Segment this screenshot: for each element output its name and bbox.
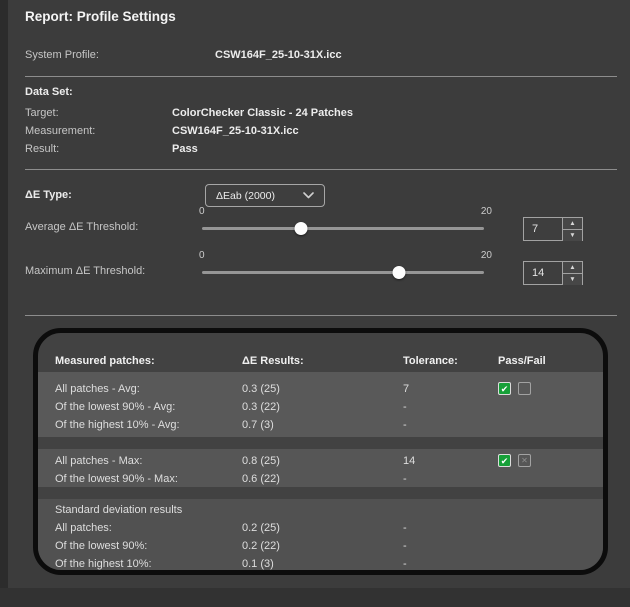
divider — [25, 76, 617, 77]
std-deviation-group: Standard deviation results All patches: … — [38, 499, 603, 570]
de-type-dropdown[interactable]: ΔEab (2000) — [205, 184, 325, 207]
system-profile-label: System Profile: — [25, 49, 99, 61]
table-row: All patches - Avg: 0.3 (25) 7 ✔ — [38, 380, 603, 398]
slider-max-label: 20 — [480, 250, 492, 261]
slider-min-label: 0 — [199, 206, 205, 217]
pass-checkbox[interactable]: ✔ — [498, 454, 511, 467]
row-de-result: 0.3 (25) — [242, 383, 280, 395]
data-set-heading: Data Set: — [25, 86, 73, 98]
row-label: Of the highest 10%: — [55, 558, 152, 570]
row-tolerance: - — [403, 473, 407, 485]
fail-checkbox[interactable] — [518, 382, 531, 395]
row-label: Of the lowest 90% - Avg: — [55, 401, 176, 413]
col-tolerance: Tolerance: — [403, 355, 458, 367]
result-value: Pass — [172, 143, 198, 155]
avg-threshold-label: Average ΔE Threshold: — [25, 221, 139, 233]
row-de-result: 0.8 (25) — [242, 455, 280, 467]
target-label: Target: — [25, 107, 59, 119]
slider-max-label: 20 — [480, 206, 492, 217]
table-row: Of the highest 10% - Avg: 0.7 (3) - — [38, 416, 603, 434]
row-label: Of the lowest 90% - Max: — [55, 473, 178, 485]
system-profile-value: CSW164F_25-10-31X.icc — [215, 49, 342, 61]
measurement-label: Measurement: — [25, 125, 96, 137]
max-threshold-spinner[interactable]: 14 ▲ ▼ — [523, 261, 583, 285]
row-de-result: 0.3 (22) — [242, 401, 280, 413]
pass-checkbox[interactable]: ✔ — [498, 382, 511, 395]
row-tolerance: 14 — [403, 455, 416, 467]
checkmark-icon: ✔ — [500, 456, 509, 466]
spin-up-button[interactable]: ▲ — [563, 218, 582, 230]
result-label: Result: — [25, 143, 60, 155]
max-threshold-slider[interactable]: 0 20 — [199, 250, 492, 279]
row-label: Standard deviation results — [55, 504, 183, 516]
measurement-value: CSW164F_25-10-31X.icc — [172, 125, 299, 137]
row-tolerance: - — [403, 558, 407, 570]
max-threshold-label: Maximum ΔE Threshold: — [25, 265, 146, 277]
page-title: Report: Profile Settings — [25, 9, 176, 24]
avg-results-group: All patches - Avg: 0.3 (25) 7 ✔ Of the l… — [38, 372, 603, 437]
divider — [25, 169, 617, 170]
col-de-results: ΔE Results: — [242, 355, 304, 367]
row-tolerance: 7 — [403, 383, 410, 395]
slider-track[interactable] — [202, 271, 484, 274]
x-mark-icon: ✕ — [521, 456, 528, 465]
target-value: ColorChecker Classic - 24 Patches — [172, 107, 353, 119]
row-label: All patches - Avg: — [55, 383, 140, 395]
results-table-header: Measured patches: ΔE Results: Tolerance:… — [38, 355, 603, 371]
row-de-result: 0.6 (22) — [242, 473, 280, 485]
avg-threshold-value[interactable]: 7 — [524, 218, 562, 240]
row-label: All patches - Max: — [55, 455, 143, 467]
slider-min-label: 0 — [199, 250, 205, 261]
table-row: Of the lowest 90% - Avg: 0.3 (22) - — [38, 398, 603, 416]
slider-track[interactable] — [202, 227, 484, 230]
slider-thumb[interactable] — [392, 266, 406, 279]
row-de-result: 0.2 (25) — [242, 522, 280, 534]
divider — [25, 315, 617, 316]
avg-threshold-spinner[interactable]: 7 ▲ ▼ — [523, 217, 583, 241]
fail-checkbox[interactable]: ✕ — [518, 454, 531, 467]
col-measured-patches: Measured patches: — [55, 355, 155, 367]
de-type-selected-value: ΔEab (2000) — [216, 189, 275, 202]
spin-down-button[interactable]: ▼ — [563, 230, 582, 241]
row-de-result: 0.7 (3) — [242, 419, 274, 431]
bottom-edge-strip — [0, 588, 630, 607]
row-tolerance: - — [403, 401, 407, 413]
max-results-group: All patches - Max: 0.8 (25) 14 ✔ ✕ Of th… — [38, 449, 603, 487]
row-tolerance: - — [403, 540, 407, 552]
row-label: Of the lowest 90%: — [55, 540, 148, 552]
table-row: Of the lowest 90%: 0.2 (22) - — [38, 537, 603, 555]
table-row: Standard deviation results — [38, 501, 603, 519]
checkmark-icon: ✔ — [500, 384, 509, 394]
chevron-down-icon — [303, 192, 314, 199]
table-row: All patches: 0.2 (25) - — [38, 519, 603, 537]
spin-up-button[interactable]: ▲ — [563, 262, 582, 274]
table-row: All patches - Max: 0.8 (25) 14 ✔ ✕ — [38, 452, 603, 470]
left-edge-strip — [0, 0, 8, 607]
report-profile-settings-window: Report: Profile Settings System Profile:… — [0, 0, 630, 607]
row-label: All patches: — [55, 522, 112, 534]
table-row: Of the lowest 90% - Max: 0.6 (22) - — [38, 470, 603, 488]
row-label: Of the highest 10% - Avg: — [55, 419, 180, 431]
table-row: Of the highest 10%: 0.1 (3) - — [38, 555, 603, 570]
avg-threshold-slider[interactable]: 0 20 — [199, 206, 492, 235]
row-de-result: 0.1 (3) — [242, 558, 274, 570]
results-panel: Measured patches: ΔE Results: Tolerance:… — [33, 328, 608, 575]
max-threshold-value[interactable]: 14 — [524, 262, 562, 284]
de-type-label: ΔE Type: — [25, 189, 72, 201]
x-mark-icon — [519, 383, 530, 394]
row-de-result: 0.2 (22) — [242, 540, 280, 552]
spin-down-button[interactable]: ▼ — [563, 274, 582, 285]
slider-thumb[interactable] — [294, 222, 308, 235]
row-tolerance: - — [403, 522, 407, 534]
row-tolerance: - — [403, 419, 407, 431]
col-pass-fail: Pass/Fail — [498, 355, 546, 367]
